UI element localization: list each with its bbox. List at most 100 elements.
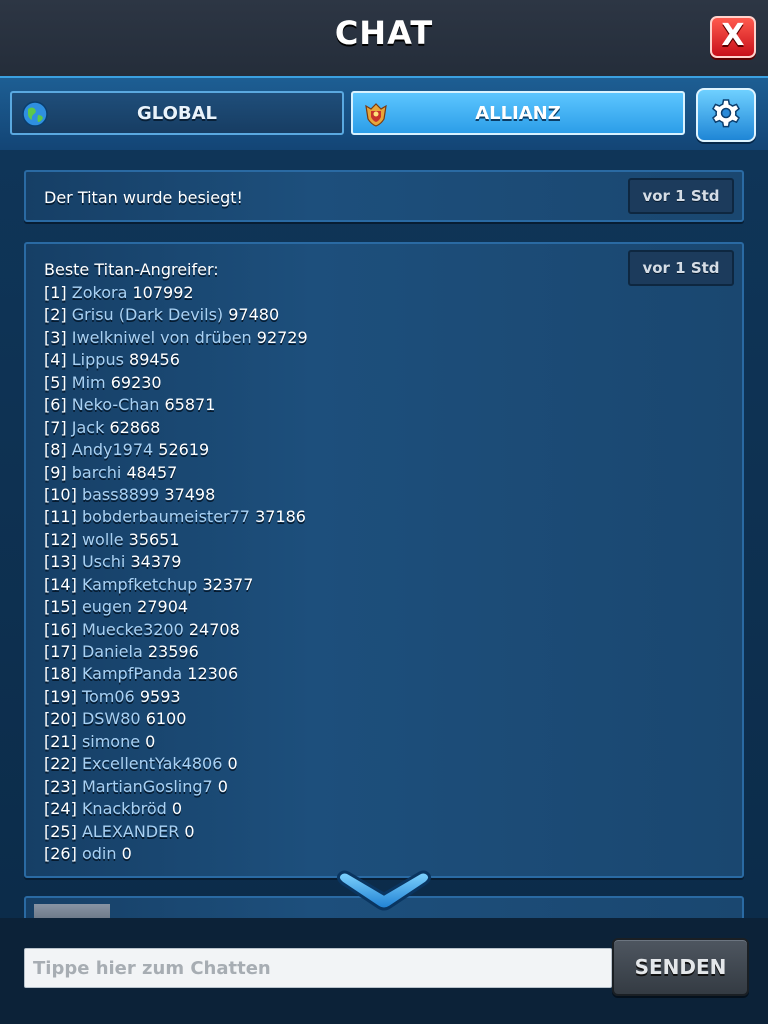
ranking-score: 23596 [147, 642, 199, 661]
ranking-player-name[interactable]: simone [82, 732, 140, 751]
ranking-player-name[interactable]: Grisu (Dark Devils) [72, 305, 223, 324]
ranking-position: [5] [44, 372, 67, 392]
ranking-position: [17] [44, 642, 77, 661]
ranking-player-name[interactable]: ALEXANDER [82, 822, 179, 841]
message-titan-ranking: Beste Titan-Angreifer: vor 1 Std [1] Zok… [24, 242, 744, 878]
ranking-position: [21] [44, 731, 77, 751]
tab-bar: GLOBAL ALLIANZ [0, 78, 768, 150]
ranking-score: 34379 [130, 552, 182, 572]
ranking-player-name[interactable]: bobderbaumeister77 [82, 507, 250, 526]
ranking-score: 0 [184, 821, 195, 841]
ranking-entry: [26] odin 0 [44, 843, 308, 865]
tab-global[interactable]: GLOBAL [10, 91, 344, 135]
ranking-player-name[interactable]: eugen [82, 597, 132, 616]
ranking-entry: [2] Grisu (Dark Devils) 97480 [44, 304, 308, 326]
ranking-entry: [23] MartianGosling7 0 [44, 776, 308, 798]
ranking-entry: [25] ALEXANDER 0 [44, 821, 308, 843]
gear-icon [712, 99, 740, 128]
ranking-entry: [1] Zokora 107992 [44, 282, 308, 304]
ranking-player-name[interactable]: odin [82, 844, 117, 863]
ranking-score: 52619 [158, 440, 210, 460]
ranking-position: [14] [44, 574, 77, 594]
ranking-entry: [7] Jack 62868 [44, 417, 308, 439]
ranking-score: 107992 [132, 283, 194, 302]
ranking-player-name[interactable]: Knackbröd [82, 799, 167, 818]
ranking-player-name[interactable]: wolle [82, 530, 124, 549]
ranking-player-name[interactable]: bass8899 [82, 485, 159, 504]
ranking-score: 69230 [110, 372, 162, 392]
ranking-position: [18] [44, 664, 77, 684]
ranking-player-name[interactable]: ExcellentYak4806 [82, 754, 222, 773]
ranking-player-name[interactable]: Neko-Chan [72, 395, 160, 414]
ranking-entry: [21] simone 0 [44, 731, 308, 753]
ranking-position: [25] [44, 821, 77, 841]
ranking-player-name[interactable]: KampfPanda [82, 664, 182, 683]
ranking-player-name[interactable]: Uschi [82, 552, 125, 571]
message-titan-defeated: Der Titan wurde besiegt! vor 1 Std [24, 170, 744, 222]
ranking-score: 35651 [128, 529, 180, 549]
ranking-position: [9] [44, 462, 67, 482]
ranking-score: 9593 [139, 686, 181, 706]
ranking-position: [20] [44, 709, 77, 729]
scroll-down-chevron-icon[interactable] [332, 864, 436, 914]
chat-messages[interactable]: Der Titan wurde besiegt! vor 1 Std Beste… [0, 150, 768, 918]
ranking-entry: [4] Lippus 89456 [44, 349, 308, 371]
ranking-score: 27904 [137, 597, 189, 617]
tab-global-label: GLOBAL [136, 103, 218, 124]
ranking-entry: [24] Knackbröd 0 [44, 798, 308, 820]
ranking-position: [11] [44, 507, 77, 527]
ranking-position: [7] [44, 417, 67, 437]
tab-allianz[interactable]: ALLIANZ [351, 91, 685, 135]
ranking-score: 0 [121, 843, 132, 863]
close-button[interactable]: X [710, 16, 756, 58]
ranking-position: [6] [44, 395, 67, 415]
ranking-score: 32377 [202, 574, 254, 594]
ranking-player-name[interactable]: Iwelkniwel von drüben [72, 328, 252, 347]
ranking-score: 92729 [256, 327, 308, 347]
ranking-score: 0 [227, 754, 238, 774]
ranking-player-name[interactable]: Daniela [82, 642, 143, 661]
ranking-player-name[interactable]: Andy1974 [72, 440, 153, 459]
ranking-player-name[interactable]: Tom06 [82, 687, 135, 706]
ranking-entry: [11] bobderbaumeister77 37186 [44, 506, 308, 528]
ranking-player-name[interactable]: Zokora [72, 283, 128, 302]
message-timestamp: vor 1 Std [628, 250, 734, 286]
ranking-player-name[interactable]: barchi [72, 463, 122, 482]
ranking-position: [22] [44, 754, 77, 774]
ranking-player-name[interactable]: Muecke3200 [82, 620, 184, 639]
ranking-position: [3] [44, 327, 67, 347]
ranking-score: 6100 [145, 709, 187, 729]
ranking-entry: [20] DSW80 6100 [44, 708, 308, 730]
ranking-player-name[interactable]: Mim [72, 373, 106, 392]
chat-input[interactable] [24, 948, 612, 988]
ranking-entry: [19] Tom06 9593 [44, 686, 308, 708]
ranking-player-name[interactable]: Lippus [72, 350, 124, 369]
ranking-entry: [22] ExcellentYak4806 0 [44, 753, 308, 775]
send-button[interactable]: SENDEN [612, 938, 749, 996]
ranking-score: 97480 [228, 305, 280, 325]
ranking-entry: [12] wolle 35651 [44, 529, 308, 551]
ranking-score: 65871 [164, 395, 216, 415]
ranking-list: [1] Zokora 107992 [2] Grisu (Dark Devils)… [44, 282, 308, 865]
close-icon: X [721, 18, 745, 53]
ranking-entry: [15] eugen 27904 [44, 596, 308, 618]
ranking-score: 89456 [129, 350, 180, 370]
ranking-entry: [18] KampfPanda 12306 [44, 663, 308, 685]
ranking-entry: [17] Daniela 23596 [44, 641, 308, 663]
ranking-score: 0 [171, 799, 183, 819]
settings-button[interactable] [696, 88, 756, 142]
ranking-player-name[interactable]: Jack [72, 418, 105, 437]
ranking-position: [16] [44, 619, 77, 639]
ranking-entry: [5] Mim 69230 [44, 372, 308, 394]
ranking-player-name[interactable]: DSW80 [82, 709, 141, 728]
ranking-position: [10] [44, 484, 77, 504]
ranking-player-name[interactable]: MartianGosling7 [82, 777, 213, 796]
ranking-position: [4] [44, 350, 67, 370]
ranking-entry: [9] barchi 48457 [44, 462, 308, 484]
ranking-position: [23] [44, 776, 77, 796]
tab-allianz-label: ALLIANZ [475, 103, 561, 124]
ranking-entry: [13] Uschi 34379 [44, 551, 308, 573]
ranking-position: [15] [44, 597, 77, 617]
ranking-entry: [14] Kampfketchup 32377 [44, 574, 308, 596]
ranking-player-name[interactable]: Kampfketchup [82, 575, 197, 594]
